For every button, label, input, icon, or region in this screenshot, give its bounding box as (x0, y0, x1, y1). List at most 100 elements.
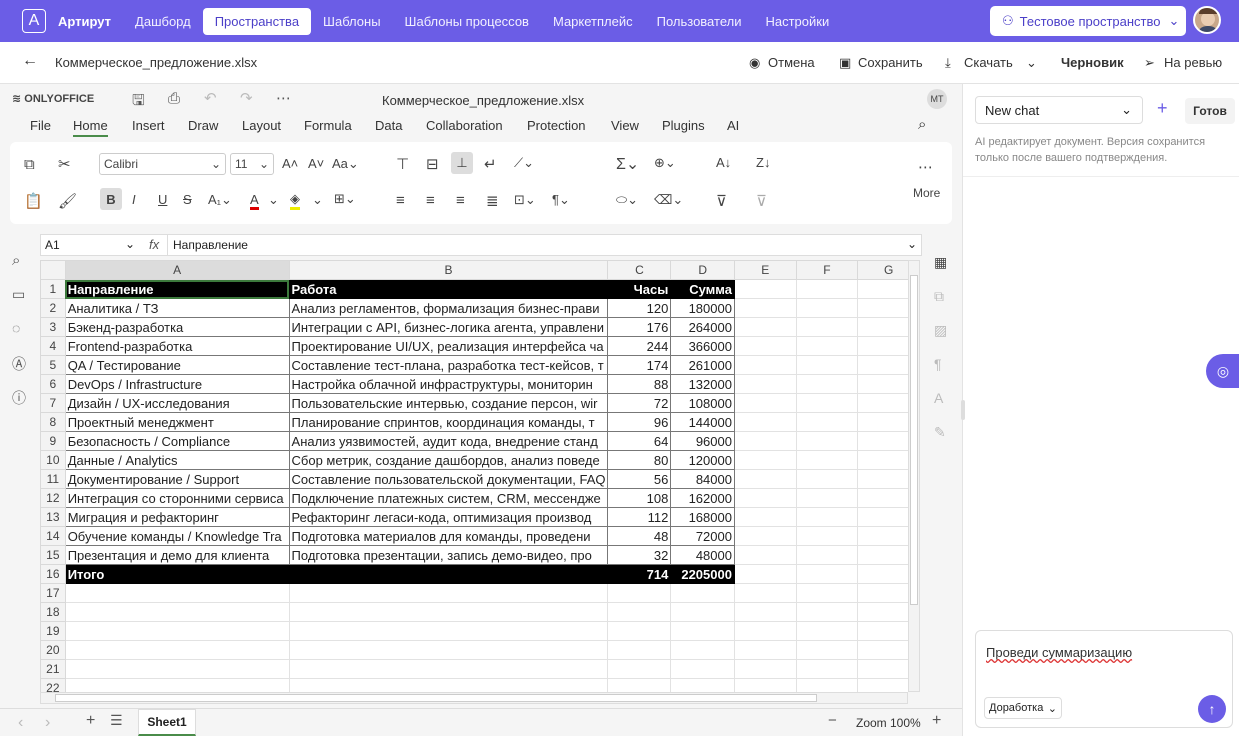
search-icon[interactable]: ⌕ (12, 252, 20, 269)
search-icon[interactable]: ⌕ (918, 116, 926, 133)
cell[interactable]: Сбор метрик, создание дашбордов, анализ … (288, 450, 609, 470)
sort-ascending-icon[interactable]: A↓ (716, 155, 731, 170)
cell[interactable]: Аналитика / ТЗ (64, 298, 290, 318)
cell[interactable]: Составление пользовательской документаци… (288, 469, 609, 489)
cell[interactable] (795, 507, 859, 527)
copy-icon[interactable]: ⧉ (24, 156, 35, 173)
cell-reference[interactable]: A1 (45, 238, 60, 252)
font-color-icon[interactable]: A (250, 192, 259, 210)
row-header[interactable]: 16 (40, 564, 66, 584)
download-button[interactable]: Скачать (964, 55, 1013, 70)
cell[interactable] (607, 583, 672, 603)
more-horizontal-icon[interactable]: ⋯ (276, 89, 291, 107)
cell[interactable] (795, 564, 859, 584)
merge-cells-icon[interactable]: ⊡⌄ (514, 192, 536, 208)
cell[interactable] (795, 678, 859, 692)
format-painter-icon[interactable]: 🖌 (58, 192, 77, 210)
cell[interactable] (64, 678, 290, 692)
sheet-list-icon[interactable]: ☰ (110, 712, 123, 729)
cell[interactable] (607, 659, 672, 679)
nav-templates[interactable]: Шаблоны (311, 8, 393, 35)
cell[interactable] (795, 355, 859, 375)
cell[interactable] (64, 621, 290, 641)
row-header[interactable]: 18 (40, 602, 66, 622)
nav-process-templates[interactable]: Шаблоны процессов (393, 8, 541, 35)
save-icon[interactable]: 🖫 (132, 90, 145, 115)
app-logo-icon[interactable]: A (22, 9, 46, 33)
nav-dashboard[interactable]: Дашборд (123, 8, 203, 35)
cell[interactable]: Проектирование UI/UX, реализация интерфе… (288, 336, 609, 356)
paragraph-settings-icon[interactable]: ¶ (934, 356, 942, 372)
cell[interactable]: 120000 (670, 450, 735, 470)
cell[interactable]: 120 (607, 298, 672, 318)
row-header[interactable]: 3 (40, 317, 66, 337)
zoom-out-icon[interactable]: − (828, 712, 837, 729)
fill-color-icon[interactable]: ◈ (290, 191, 300, 210)
cell[interactable] (288, 564, 609, 584)
cell[interactable]: 32 (607, 545, 672, 565)
review-button[interactable]: На ревью (1164, 55, 1222, 70)
cell[interactable]: Документирование / Support (64, 469, 290, 489)
cell[interactable] (288, 640, 609, 660)
spreadsheet-grid[interactable]: A B C D E F G 1 Направление Работа Часы Сумма 2 Анали… (40, 260, 920, 692)
cell[interactable]: 144000 (670, 412, 735, 432)
cell[interactable] (795, 545, 859, 565)
cell[interactable]: 48000 (670, 545, 735, 565)
formula-input[interactable]: Направление (173, 238, 248, 252)
menu-formula[interactable]: Formula (304, 118, 352, 133)
cell[interactable]: 174 (607, 355, 672, 375)
cell[interactable]: 96000 (670, 431, 735, 451)
strikethrough-icon[interactable]: S (183, 192, 192, 207)
filter-icon[interactable]: ⊽ (716, 192, 727, 210)
cell[interactable] (733, 621, 797, 641)
chevron-down-icon[interactable]: ⌄ (1026, 55, 1037, 71)
space-selector[interactable]: ⚇ Тестовое пространство ⌄ (990, 6, 1186, 36)
save-button[interactable]: Сохранить (858, 55, 923, 70)
sheet-tab[interactable]: Sheet1 (138, 709, 196, 736)
cell[interactable] (733, 659, 797, 679)
menu-view[interactable]: View (611, 118, 639, 133)
cell[interactable] (795, 412, 859, 432)
shape-settings-icon[interactable]: ⧉ (934, 288, 944, 305)
cell[interactable]: 84000 (670, 469, 735, 489)
cell[interactable] (733, 336, 797, 356)
insert-cells-icon[interactable]: ⊕⌄ (654, 155, 676, 171)
cell[interactable] (733, 374, 797, 394)
menu-data[interactable]: Data (375, 118, 402, 133)
cell[interactable] (795, 640, 859, 660)
cell[interactable] (670, 583, 735, 603)
orientation-icon[interactable]: ⟋⌄ (514, 155, 534, 171)
cell[interactable] (607, 602, 672, 622)
italic-icon[interactable]: I (132, 192, 136, 207)
cell[interactable]: 261000 (670, 355, 735, 375)
cell[interactable]: 132000 (670, 374, 735, 394)
cell[interactable] (795, 431, 859, 451)
align-top-icon[interactable]: ⊤ (396, 155, 409, 173)
cell[interactable]: Проектный менеджмент (64, 412, 290, 432)
cell[interactable]: 244 (607, 336, 672, 356)
nav-users[interactable]: Пользователи (645, 8, 754, 35)
cell[interactable] (733, 431, 797, 451)
cell[interactable]: 72 (607, 393, 672, 413)
cell[interactable]: Анализ уязвимостей, аудит кода, внедрени… (288, 431, 609, 451)
cell[interactable]: Сумма (670, 279, 735, 299)
chevron-down-icon[interactable]: ⌄ (312, 192, 323, 208)
cancel-button[interactable]: Отмена (768, 55, 815, 70)
cell[interactable] (64, 640, 290, 660)
sort-descending-icon[interactable]: Z↓ (756, 155, 770, 170)
mode-select[interactable]: Доработка ⌄ (984, 697, 1062, 719)
cell[interactable]: Дизайн / UX-исследования (64, 393, 290, 413)
cell[interactable] (64, 602, 290, 622)
row-header[interactable]: 20 (40, 640, 66, 660)
cell[interactable] (795, 488, 859, 508)
cell[interactable]: Презентация и демо для клиента (64, 545, 290, 565)
cell[interactable]: Интеграция со сторонними сервиса (64, 488, 290, 508)
menu-draw[interactable]: Draw (188, 118, 218, 133)
horizontal-scroll-thumb[interactable] (55, 694, 817, 702)
cell[interactable] (733, 564, 797, 584)
new-chat-plus-icon[interactable]: + (1157, 98, 1168, 119)
cell[interactable] (795, 336, 859, 356)
cell[interactable] (733, 412, 797, 432)
cell[interactable]: Рефакторинг легаси-кода, оптимизация про… (288, 507, 609, 527)
change-case-icon[interactable]: Aa⌄ (332, 156, 359, 172)
